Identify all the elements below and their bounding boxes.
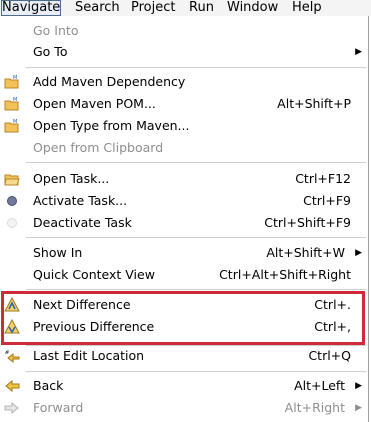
back-shortcut: Alt+Left — [294, 378, 345, 393]
menu-item-show-in[interactable]: Show In Alt+Shift+W ▶ — [0, 242, 362, 264]
submenu-arrow-icon: ▶ — [355, 403, 362, 413]
deactivate-task-label: Deactivate Task — [33, 215, 132, 230]
last-edit-location-label: Last Edit Location — [33, 348, 145, 363]
menu-run[interactable]: Run — [189, 0, 214, 15]
add-maven-dependency-label: Add Maven Dependency — [33, 74, 186, 89]
svg-text:M: M — [13, 97, 17, 103]
open-maven-pom-label: Open Maven POM... — [33, 96, 156, 111]
menu-item-deactivate-task[interactable]: Deactivate Task Ctrl+Shift+F9 — [0, 212, 360, 234]
last-edit-location-shortcut: Ctrl+Q — [308, 348, 351, 363]
menu-item-go-into[interactable]: Go Into — [0, 20, 360, 42]
go-to-label: Go To — [33, 44, 68, 59]
menu-project[interactable]: Project — [131, 0, 175, 15]
menu-search[interactable]: Search — [75, 0, 120, 15]
open-task-shortcut: Ctrl+F12 — [295, 171, 351, 186]
go-into-label: Go Into — [33, 23, 79, 38]
forward-label: Forward — [33, 400, 84, 415]
open-from-clipboard-label: Open from Clipboard — [33, 140, 164, 155]
menu-project-label: Project — [131, 0, 176, 15]
back-arrow-icon — [4, 378, 20, 394]
menu-bar: Navigate Search Project Run Window Help — [0, 0, 371, 16]
navigate-dropdown-menu: Go Into Go To ▶ M Add Maven Dependency M… — [0, 16, 369, 422]
last-edit-location-icon — [4, 348, 20, 364]
menu-search-label: Search — [75, 0, 120, 15]
forward-arrow-icon — [4, 400, 20, 416]
menu-item-open-task[interactable]: Open Task... Ctrl+F12 — [0, 168, 360, 190]
show-in-label: Show In — [33, 245, 83, 260]
show-in-shortcut: Alt+Shift+W — [266, 245, 345, 260]
menu-item-activate-task[interactable]: Activate Task... Ctrl+F9 — [0, 190, 360, 212]
svg-text:M: M — [13, 119, 17, 125]
separator — [26, 67, 366, 68]
submenu-arrow-icon: ▶ — [355, 47, 362, 57]
activate-task-label: Activate Task... — [33, 193, 128, 208]
menu-help[interactable]: Help — [292, 0, 322, 15]
menu-item-back[interactable]: Back Alt+Left ▶ — [0, 375, 362, 397]
open-type-from-maven-label: Open Type from Maven... — [33, 118, 190, 133]
separator — [26, 289, 366, 290]
menu-window[interactable]: Window — [227, 0, 278, 15]
open-task-label: Open Task... — [33, 171, 110, 186]
menu-item-open-maven-pom[interactable]: M Open Maven POM... Alt+Shift+P — [0, 93, 360, 115]
maven-folder-icon: M — [4, 74, 20, 90]
menu-item-last-edit-location[interactable]: Last Edit Location Ctrl+Q — [0, 345, 360, 367]
menu-item-open-from-clipboard[interactable]: Open from Clipboard — [0, 137, 360, 159]
menu-item-forward[interactable]: Forward Alt+Right ▶ — [0, 397, 362, 419]
maven-folder-icon: M — [4, 96, 20, 112]
maven-folder-icon: M — [4, 118, 20, 134]
menu-window-label: Window — [227, 0, 279, 15]
open-maven-pom-shortcut: Alt+Shift+P — [277, 96, 351, 111]
deactivate-task-shortcut: Ctrl+Shift+F9 — [264, 215, 351, 230]
separator — [26, 371, 366, 372]
svg-text:M: M — [13, 75, 17, 81]
menu-help-label: Help — [292, 0, 322, 15]
activate-task-shortcut: Ctrl+F9 — [303, 193, 351, 208]
menu-navigate-label: Navigate — [2, 0, 61, 15]
highlight-annotation-box — [1, 291, 365, 345]
quick-context-view-shortcut: Ctrl+Alt+Shift+Right — [219, 267, 351, 282]
submenu-arrow-icon: ▶ — [355, 381, 362, 391]
menu-item-go-to[interactable]: Go To ▶ — [0, 41, 362, 63]
menu-navigate[interactable]: Navigate — [1, 0, 62, 16]
activate-task-icon — [4, 193, 20, 209]
separator — [26, 162, 366, 163]
separator — [26, 237, 366, 238]
menu-run-label: Run — [189, 0, 214, 15]
menu-item-add-maven-dependency[interactable]: M Add Maven Dependency — [0, 71, 360, 93]
forward-shortcut: Alt+Right — [284, 400, 345, 415]
menu-item-open-type-from-maven[interactable]: M Open Type from Maven... — [0, 115, 360, 137]
menu-item-quick-context-view[interactable]: Quick Context View Ctrl+Alt+Shift+Right — [0, 264, 360, 286]
quick-context-view-label: Quick Context View — [33, 267, 155, 282]
open-task-folder-icon — [4, 171, 20, 187]
submenu-arrow-icon: ▶ — [355, 248, 362, 258]
deactivate-task-icon — [4, 215, 20, 231]
back-label: Back — [33, 378, 64, 393]
